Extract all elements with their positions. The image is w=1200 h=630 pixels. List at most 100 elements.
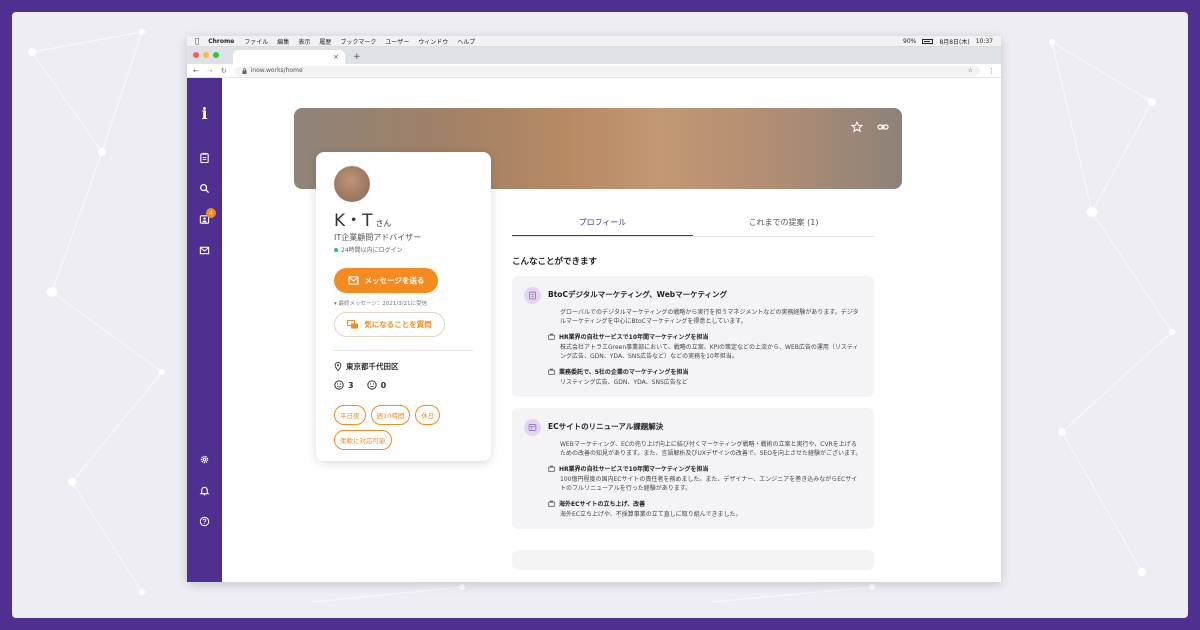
back-arrow-icon[interactable]: ← xyxy=(193,67,199,75)
sidebar-item-notifications[interactable] xyxy=(187,481,222,499)
lock-icon xyxy=(242,67,247,74)
tag-holiday: 休日 xyxy=(415,405,441,425)
tab-proposals[interactable]: これまでの提案 (1) xyxy=(693,212,874,237)
favorite-star-icon[interactable] xyxy=(851,121,863,133)
neutral-face-icon xyxy=(366,380,377,390)
smile-face-icon xyxy=(334,380,344,390)
profile-tabs: プロフィール これまでの提案 (1) xyxy=(512,212,874,237)
link-icon[interactable] xyxy=(877,121,889,133)
section-title: こんなことができます xyxy=(512,257,598,267)
skill-title: ECサイトのリニューアル課題解決 xyxy=(548,422,664,431)
browser-tab[interactable]: × xyxy=(233,50,345,64)
last-message-info: ▾ 最終メッセージ：2021/3/21に受信 xyxy=(334,299,473,307)
avatar xyxy=(334,166,370,202)
location-text: 東京都千代田区 xyxy=(346,362,399,371)
experience-title-row: HR業界の自社サービスで10年間マーケティングを担当 xyxy=(548,464,862,473)
sidebar-item-search[interactable] xyxy=(187,179,222,197)
experience-text: リスティング広告、GDN、YDA、SNS広告など xyxy=(560,379,688,386)
divider xyxy=(334,350,473,351)
experience-title: HR業界の自社サービスで10年間マーケティングを担当 xyxy=(559,466,709,473)
menubar-item-bookmarks[interactable]: ブックマーク xyxy=(340,37,376,46)
reload-icon[interactable]: ↻ xyxy=(221,67,227,75)
experience-title: 海外ECサイトの立ち上げ、改善 xyxy=(559,501,646,508)
location: 東京都千代田区 xyxy=(334,361,473,372)
more-menu-icon[interactable]: ⋮ xyxy=(988,67,995,75)
skill-card: ECサイトのリニューアル課題解決 WEBマーケティング、ECの売り上げ向上に結び… xyxy=(512,408,874,529)
tag-flexible: 柔軟に対応可能 xyxy=(334,430,392,450)
briefcase-icon xyxy=(548,368,555,375)
sidebar-item-settings[interactable] xyxy=(187,450,222,468)
new-tab-button[interactable]: + xyxy=(353,52,361,62)
menubar-item-edit[interactable]: 編集 xyxy=(277,37,289,46)
screen-mockup:  Chrome ファイル 編集 表示 履歴 ブックマーク ユーザー ウィンドウ… xyxy=(187,36,1001,582)
apple-icon[interactable]:  xyxy=(195,37,199,45)
sidebar-item-help[interactable] xyxy=(187,512,222,530)
gear-icon xyxy=(200,455,209,463)
forward-arrow-icon[interactable]: → xyxy=(207,67,213,75)
skill-icon-container xyxy=(524,287,541,304)
ask-question-label: 気になることを質問 xyxy=(364,320,432,329)
menubar-date: 8月8日(木) xyxy=(939,38,970,46)
neutral-count: 0 xyxy=(380,380,387,390)
experience-title-row: 業務委託で、5社の企業のマーケティングを担当 xyxy=(548,367,862,376)
last-message-text: 最終メッセージ：2021/3/21に受信 xyxy=(338,301,428,307)
tag-weekday-night: 平日夜 xyxy=(334,405,366,425)
reply-arrow-icon: ▾ xyxy=(334,301,337,307)
inbox-count-badge: 4 xyxy=(206,208,216,218)
experience-item: 業務委託で、5社の企業のマーケティングを担当 リスティング広告、GDN、YDA、… xyxy=(548,367,862,387)
experience-text: 100億円程度の国内ECサイトの責任者を務めました。また、デザイナー、エンジニア… xyxy=(560,476,858,492)
tabs-divider xyxy=(512,236,874,237)
experience-item: HR業界の自社サービスで10年間マーケティングを担当 100億円程度の国内ECサ… xyxy=(548,464,862,493)
page-viewport: i 4 K・T さん IT企業顧問アドバイザー 24時間以内にログイン メッセー… xyxy=(187,78,1001,582)
menubar-item-help[interactable]: ヘルプ xyxy=(457,37,475,46)
close-tab-icon[interactable]: × xyxy=(333,53,339,61)
mail-icon xyxy=(199,246,210,254)
experience-text: 株式会社アトラエGreen事業部において、戦略の立案、KPIの策定などの上流から… xyxy=(560,344,859,360)
battery-icon[interactable] xyxy=(922,38,934,44)
skill-card: BtoCデジタルマーケティング、Webマーケティング グローバルでのデジタルマー… xyxy=(512,276,874,397)
cover-actions xyxy=(851,121,889,133)
profile-name-line: K・T さん xyxy=(334,206,473,231)
sidebar-item-inbox[interactable]: 4 xyxy=(187,208,222,228)
app-sidebar: i 4 xyxy=(187,78,222,582)
profile-card: K・T さん IT企業顧問アドバイザー 24時間以内にログイン メッセージを送る … xyxy=(316,152,491,461)
skill-description: WEBマーケティング、ECの売り上げ向上に結び付くマーケティング戦略・戦術の立案… xyxy=(560,441,862,457)
send-message-label: メッセージを送る xyxy=(364,276,425,285)
menubar-item-file[interactable]: ファイル xyxy=(244,37,268,46)
skill-description: グローバルでのデジタルマーケティングの戦略から実行を担うマネジメントなどの実務経… xyxy=(560,309,859,325)
app-logo[interactable]: i xyxy=(187,104,222,123)
positive-reaction: 3 xyxy=(334,380,354,390)
send-message-button[interactable]: メッセージを送る xyxy=(334,268,438,293)
mail-icon xyxy=(348,276,359,285)
online-dot-icon xyxy=(334,247,338,252)
profile-role: IT企業顧問アドバイザー xyxy=(334,233,422,242)
search-icon xyxy=(200,183,210,193)
experience-item: HR業界の自社サービスで10年間マーケティングを担当 株式会社アトラエGreen… xyxy=(548,332,862,361)
experience-item: 海外ECサイトの立ち上げ、改善 海外EC立ち上げや、不採算事業の立て直しに取り組… xyxy=(548,499,862,519)
tab-profile[interactable]: プロフィール xyxy=(512,212,693,237)
menubar-item-history[interactable]: 履歴 xyxy=(319,37,331,46)
online-status: 24時間以内にログイン xyxy=(334,245,473,254)
briefcase-icon xyxy=(548,333,555,340)
mac-menubar:  Chrome ファイル 編集 表示 履歴 ブックマーク ユーザー ウィンドウ… xyxy=(187,36,1001,47)
menubar-item-user[interactable]: ユーザー xyxy=(385,37,409,46)
menubar-item-view[interactable]: 表示 xyxy=(298,37,310,46)
menubar-item-window[interactable]: ウィンドウ xyxy=(418,37,448,46)
minimize-window-icon[interactable] xyxy=(203,52,209,58)
experience-title: 業務委託で、5社の企業のマーケティングを担当 xyxy=(559,369,689,376)
address-bar[interactable]: inow.works/home ☆ xyxy=(234,65,980,76)
bookmark-star-icon[interactable]: ☆ xyxy=(968,67,973,74)
close-window-icon[interactable] xyxy=(193,52,199,58)
reaction-counts: 3 0 xyxy=(334,380,473,390)
profile-name: K・T xyxy=(334,211,373,231)
sidebar-item-mail[interactable] xyxy=(187,241,222,259)
skill-title: BtoCデジタルマーケティング、Webマーケティング xyxy=(548,290,728,299)
briefcase-icon xyxy=(548,465,555,472)
document-icon xyxy=(529,291,536,300)
skill-card-partial xyxy=(512,550,874,570)
sidebar-item-clipboard[interactable] xyxy=(187,148,222,166)
ask-question-button[interactable]: 気になることを質問 xyxy=(334,312,445,337)
menubar-app-name[interactable]: Chrome xyxy=(208,38,234,45)
briefcase-icon xyxy=(548,500,555,507)
maximize-window-icon[interactable] xyxy=(213,52,219,58)
